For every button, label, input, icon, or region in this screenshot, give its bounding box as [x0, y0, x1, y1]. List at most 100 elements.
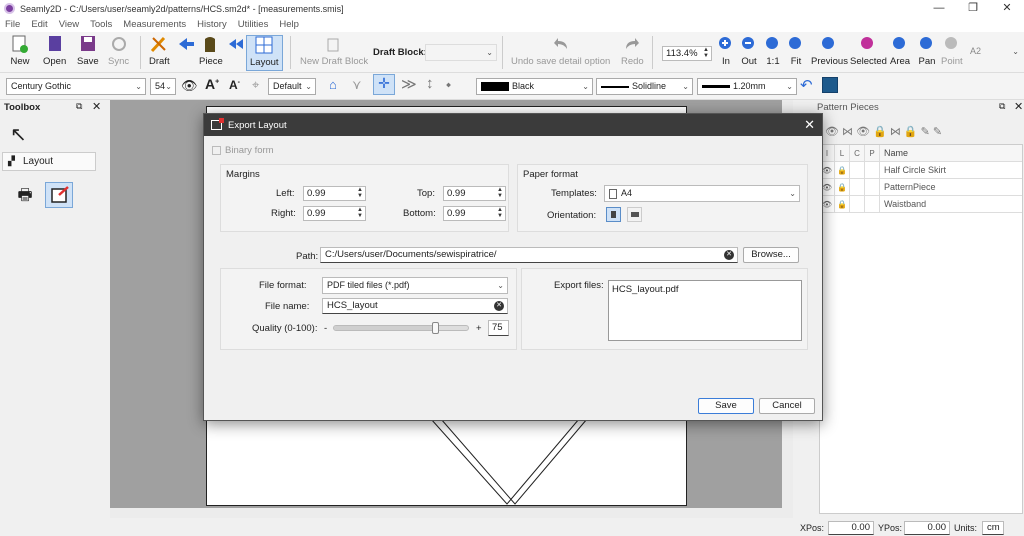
table-row[interactable]: 👁 🔒 PatternPiece: [820, 178, 1022, 196]
binary-form-checkbox[interactable]: Binary form: [212, 145, 274, 156]
path-field[interactable]: C:/Users/user/Documents/sewispiratrice/✕: [320, 247, 738, 263]
export-layout-dialog: Export Layout ✕ Binary form Margins Left…: [203, 113, 823, 421]
dialog-title-bar: Export Layout ✕: [204, 114, 822, 136]
menu-edit[interactable]: Edit: [31, 19, 47, 30]
zoom-point-button[interactable]: Point: [941, 35, 963, 67]
margin-right-field[interactable]: 0.99 ▲ ▼: [303, 206, 366, 221]
save-button[interactable]: Save: [77, 35, 99, 67]
piece-button[interactable]: Piece: [199, 35, 223, 67]
export-icon: [211, 118, 224, 130]
portrait-orientation-button[interactable]: [606, 207, 621, 222]
curve-tool-icon[interactable]: ⋎: [352, 77, 362, 93]
maximize-button[interactable]: ❐: [958, 0, 988, 17]
new-button[interactable]: New: [10, 35, 30, 67]
horizontal-scrollbar[interactable]: [110, 508, 793, 518]
minimize-button[interactable]: —: [924, 0, 954, 17]
font-increase-icon[interactable]: A+: [205, 76, 219, 92]
zoom-fit-icon: [786, 35, 806, 53]
redo-icon: [622, 35, 642, 53]
menu-history[interactable]: History: [197, 19, 227, 30]
file-format-select[interactable]: PDF tiled files (*.pdf) ⌄: [322, 277, 508, 294]
undo-detail-button[interactable]: Undo save detail option: [511, 35, 610, 67]
line-color-select[interactable]: Black ⌄: [476, 78, 593, 95]
crosshair-icon[interactable]: ✛: [373, 74, 395, 95]
layout-group-tab[interactable]: ▞ Layout: [2, 152, 96, 171]
eye-icon[interactable]: 👁: [181, 78, 198, 94]
vertical-arrows-icon[interactable]: ↕: [426, 75, 434, 92]
pointer-tool-icon[interactable]: ↖: [10, 122, 27, 147]
arrow-left-icon: [176, 35, 196, 56]
menu-utilities[interactable]: Utilities: [238, 19, 269, 30]
zoom-selected-button[interactable]: Selected: [850, 35, 887, 67]
margin-top-field[interactable]: 0.99 ▲ ▼: [443, 186, 506, 201]
menu-help[interactable]: Help: [279, 19, 299, 30]
pattern-pieces-panel: Pattern Pieces ⧉ ✕ 👁 ⋈ 👁 🔒 ⋈ 🔒 ✎ ✎ ILCP …: [813, 100, 1024, 518]
draft-button[interactable]: Draft: [149, 35, 170, 67]
table-row[interactable]: 👁 🔒 Half Circle Skirt: [820, 161, 1022, 179]
zoom-level-field[interactable]: 113.4% ▲ ▼: [662, 46, 712, 61]
float-panel-icon[interactable]: ⧉: [999, 101, 1005, 112]
dialog-close-button[interactable]: ✕: [804, 117, 815, 133]
zoom-area-button[interactable]: Area: [890, 35, 910, 67]
file-name-field[interactable]: HCS_layout ✕: [322, 298, 508, 314]
sync-button[interactable]: Sync: [108, 35, 129, 67]
pan-icon: [917, 35, 937, 53]
tag-icon[interactable]: ⬩: [446, 76, 451, 93]
zoom-1to1-button[interactable]: 1:1: [763, 35, 783, 67]
dialog-title: Export Layout: [228, 119, 287, 131]
layout-button[interactable]: Layout: [246, 35, 283, 71]
menu-tools[interactable]: Tools: [90, 19, 112, 30]
piece-icon: [201, 35, 221, 53]
new-draft-block-button[interactable]: New Draft Block: [300, 35, 368, 67]
open-file-icon: [45, 35, 65, 53]
pin-icon[interactable]: ⌖: [252, 77, 259, 93]
open-button[interactable]: Open: [43, 35, 66, 67]
save-button[interactable]: Save: [698, 398, 754, 414]
margin-left-field[interactable]: 0.99 ▲ ▼: [303, 186, 366, 201]
font-size-select[interactable]: 54 ⌄: [150, 78, 176, 95]
toggle-visibility-icon[interactable]: 👁 ⋈ 👁 🔒 ⋈ 🔒 ✎ ✎: [825, 125, 942, 138]
line-weight-select[interactable]: 1.20mm ⌄: [697, 78, 797, 95]
undo-arrow-icon[interactable]: ↶: [800, 76, 813, 94]
menu-measurements[interactable]: Measurements: [123, 19, 186, 30]
font-select[interactable]: Century Gothic ⌄: [6, 78, 146, 95]
menu-view[interactable]: View: [59, 19, 79, 30]
pan-button[interactable]: Pan: [917, 35, 937, 67]
browse-button[interactable]: Browse...: [743, 247, 799, 263]
label-template-select[interactable]: Default ⌄: [268, 78, 316, 95]
draft-block-select[interactable]: ⌄: [425, 44, 497, 61]
line-type-select[interactable]: Solidline ⌄: [596, 78, 693, 95]
close-window-button[interactable]: ✕: [992, 0, 1022, 17]
zoom-out-button[interactable]: Out: [739, 35, 759, 67]
toolbox-panel: Toolbox ⧉ ✕ ↖ ▞ Layout 🖶: [0, 100, 110, 518]
print-settings-icon[interactable]: 🖶: [12, 184, 38, 208]
font-decrease-icon[interactable]: A-: [229, 78, 240, 92]
margin-bottom-field[interactable]: 0.99 ▲ ▼: [443, 206, 506, 221]
zoom-in-button[interactable]: In: [716, 35, 736, 67]
zoom-previous-button[interactable]: Previous: [811, 35, 848, 67]
quality-slider[interactable]: [333, 322, 469, 334]
float-panel-icon[interactable]: ⧉: [76, 101, 82, 112]
menu-file[interactable]: File: [5, 19, 20, 30]
zoom-fit-button[interactable]: Fit: [786, 35, 806, 67]
redo-button[interactable]: Redo: [621, 35, 644, 67]
title-bar: Seamly2D - C:/Users/user/seamly2d/patter…: [0, 0, 1024, 17]
chevron-right-double-icon[interactable]: ≫: [401, 75, 417, 93]
pattern-pieces-title: Pattern Pieces: [817, 102, 879, 113]
new-draft-block-icon: [324, 35, 344, 53]
export-files-list[interactable]: HCS_layout.pdf: [608, 280, 802, 341]
save-small-icon[interactable]: [822, 77, 838, 93]
window-title: Seamly2D - C:/Users/user/seamly2d/patter…: [20, 3, 344, 14]
quality-slider-handle[interactable]: [432, 322, 439, 334]
quality-field[interactable]: 75: [488, 320, 509, 336]
table-row[interactable]: 👁 🔒 Waistband: [820, 195, 1022, 213]
close-panel-icon[interactable]: ✕: [92, 100, 101, 113]
status-bar: XPos: 0.00 YPos: 0.00 Units: cm: [0, 518, 1024, 536]
close-panel-icon[interactable]: ✕: [1014, 100, 1023, 113]
export-layout-button[interactable]: [45, 182, 73, 208]
cancel-button[interactable]: Cancel: [759, 398, 815, 414]
paper-size-select[interactable]: A2 ⌄: [966, 44, 1022, 61]
point-tool-icon[interactable]: ⌂: [329, 77, 337, 92]
paper-template-select[interactable]: A4 ⌄: [604, 185, 800, 202]
landscape-orientation-button[interactable]: [627, 207, 642, 222]
